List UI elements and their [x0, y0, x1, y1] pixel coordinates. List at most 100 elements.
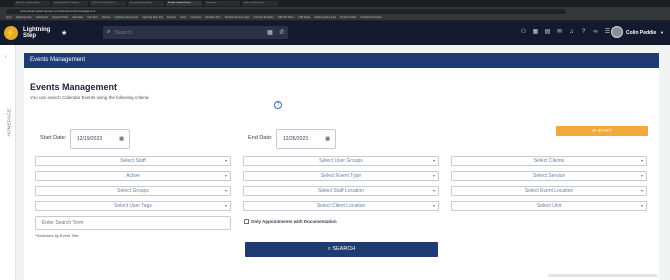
select-user-groups[interactable]: Select User Groups ▾: [243, 156, 439, 166]
help-icon[interactable]: ?: [580, 28, 587, 36]
url-field[interactable]: colinpeddie.lightningstep.com/client/eve…: [6, 8, 566, 14]
link-icon[interactable]: ∞: [592, 28, 599, 36]
grid-icon[interactable]: ▤: [544, 28, 551, 36]
bookmark[interactable]: Users: [180, 16, 187, 19]
global-search: ⌕ ▦ ✆: [103, 26, 288, 39]
select-staff-location[interactable]: Select Staff Location ▾: [243, 186, 439, 196]
bookmark[interactable]: Harvest: [102, 16, 111, 19]
chevron-down-icon: ▾: [224, 173, 227, 178]
select-staff-location-label: Select Staff Location: [318, 188, 364, 194]
select-client-location[interactable]: Select Client Location ▾: [243, 201, 439, 211]
select-clients[interactable]: Select Clients ▾: [451, 156, 647, 166]
search-button[interactable]: ⌕ SEARCH: [245, 242, 438, 257]
bookmark[interactable]: Product Collab: [340, 16, 356, 19]
select-unit-label: Select Unit: [536, 203, 562, 209]
favorite-star-icon[interactable]: ★: [61, 29, 67, 37]
calendar-icon[interactable]: ▦: [325, 136, 330, 142]
chevron-down-icon: ▾: [224, 158, 227, 163]
bookmark[interactable]: Dashboard: [36, 16, 48, 19]
search-term-note: *Searches by Event Title: [35, 233, 79, 238]
chevron-down-icon[interactable]: ▼: [660, 30, 664, 35]
select-event-type[interactable]: Select Event Type ▾: [243, 171, 439, 181]
bookmark[interactable]: LSB KPI Home: [278, 16, 295, 19]
only-appointments-label[interactable]: Only Appointments with Documentation: [251, 219, 337, 224]
bookmark[interactable]: Archived Contracts: [360, 16, 381, 19]
browser-tab[interactable]: Solomon Health & Lightning: [52, 1, 88, 6]
brand-name: Lightning Step: [23, 27, 51, 39]
chevron-down-icon: ▾: [432, 203, 435, 208]
bell-icon[interactable]: ♫: [568, 28, 575, 36]
handshake-icon[interactable]: ⚇: [520, 28, 527, 36]
select-event-location[interactable]: Select Event Location ▾: [451, 186, 647, 196]
people-icon[interactable]: ☰: [604, 28, 611, 36]
search-icon: ⌕: [107, 29, 111, 35]
select-staff-label: Select Staff: [120, 158, 146, 164]
browser-tab[interactable]: Timesheets: [204, 1, 240, 6]
bookmark[interactable]: Lightning Step Interal: [114, 16, 138, 19]
calendar-icon[interactable]: ▦: [119, 136, 124, 142]
help-icon[interactable]: ?: [274, 101, 282, 109]
app-header: ⚡ Lightning Step ★ ⌕ ▦ ✆ ⚇ ▦ ▤ ✉ ♫ ? ∞ ☰…: [0, 21, 670, 45]
chevron-down-icon: ▾: [224, 188, 227, 193]
page-title: Events Management: [30, 82, 118, 92]
browser-tab[interactable]: How to Create Events: [242, 1, 278, 6]
bookmark[interactable]: Complete: [190, 16, 201, 19]
page-subtitle: You can search Calendar Events using the…: [30, 95, 150, 100]
select-status[interactable]: Active ▾: [35, 171, 231, 181]
browser-tab-active[interactable]: Manage Calendar Events: [166, 1, 202, 6]
bookmark[interactable]: Calendars: [72, 16, 83, 19]
select-user-tags[interactable]: Select User Tags ▾: [35, 201, 231, 211]
bookmark[interactable]: Apps: [6, 16, 12, 19]
bookmark[interactable]: Lightning Step Infra: [314, 16, 336, 19]
lightning-logo-icon[interactable]: ⚡: [4, 26, 18, 40]
bookmark[interactable]: Sandbox Firm: [205, 16, 221, 19]
start-button[interactable]: ⟳ START: [556, 126, 648, 136]
sidebar-rail: ‹ HOMEPAGE: [0, 45, 16, 280]
select-groups[interactable]: Select Groups ▾: [35, 186, 231, 196]
chevron-down-icon: ▾: [432, 188, 435, 193]
sidebar-label-homepage[interactable]: HOMEPAGE: [7, 103, 12, 143]
start-date-input[interactable]: 12/19/2023 ▦: [70, 129, 130, 149]
start-date-label: Start Date:: [40, 135, 67, 141]
end-date-value: 12/26/2023: [283, 136, 309, 142]
select-groups-label: Select Groups: [117, 188, 149, 194]
select-user-groups-label: Select User Groups: [319, 158, 363, 164]
bookmark[interactable]: Support Portal: [52, 16, 68, 19]
chevron-down-icon: ▾: [640, 203, 643, 208]
select-service[interactable]: Select Service ▾: [451, 171, 647, 181]
browser-tab[interactable]: Action (7) - Lightning Step: [14, 1, 50, 6]
address-bar: colinpeddie.lightningstep.com/client/eve…: [0, 7, 670, 15]
collapse-arrow-icon[interactable]: ‹: [5, 54, 7, 60]
bookmark[interactable]: Hub Spot: [87, 16, 97, 19]
browser-tab[interactable]: (207) LS & Rose (68) | Ke: [90, 1, 126, 6]
bookmark[interactable]: LSB Deals: [298, 16, 310, 19]
end-date-input[interactable]: 12/26/2023 ▦: [276, 129, 336, 149]
bookmark[interactable]: Projects: [167, 16, 176, 19]
select-unit[interactable]: Select Unit ▾: [451, 201, 647, 211]
bookmark[interactable]: Lightning Step: [16, 16, 32, 19]
bookmark[interactable]: Lightning Step Info: [142, 16, 163, 19]
end-date-label: End Date:: [248, 135, 273, 141]
user-name[interactable]: Colin Peddie: [626, 30, 656, 36]
select-event-location-label: Select Event Location: [524, 188, 574, 194]
chat-icon[interactable]: ✉: [556, 28, 563, 36]
select-status-label: Active: [126, 173, 140, 179]
calendar-icon[interactable]: ▦: [532, 28, 539, 36]
avatar[interactable]: [611, 26, 623, 38]
bookmark[interactable]: Contract Template: [253, 16, 273, 19]
select-event-type-label: Select Event Type: [320, 173, 362, 179]
global-search-input[interactable]: [114, 29, 264, 36]
select-client-location-label: Select Client Location: [316, 203, 366, 209]
browser-tab[interactable]: My Lightning Step Roles: [128, 1, 164, 6]
phone-icon[interactable]: ✆: [276, 29, 288, 36]
only-appointments-checkbox[interactable]: [244, 219, 249, 224]
chevron-down-icon: ▾: [640, 188, 643, 193]
select-user-tags-label: Select User Tags: [114, 203, 152, 209]
search-term-input[interactable]: [35, 216, 231, 230]
bookmark[interactable]: Solution Services Ops: [225, 16, 250, 19]
chevron-down-icon: ▾: [640, 173, 643, 178]
calendar-icon[interactable]: ▦: [264, 29, 276, 36]
horizontal-scrollbar[interactable]: [548, 274, 658, 277]
select-service-label: Select Service: [533, 173, 565, 179]
select-staff[interactable]: Select Staff ▾: [35, 156, 231, 166]
